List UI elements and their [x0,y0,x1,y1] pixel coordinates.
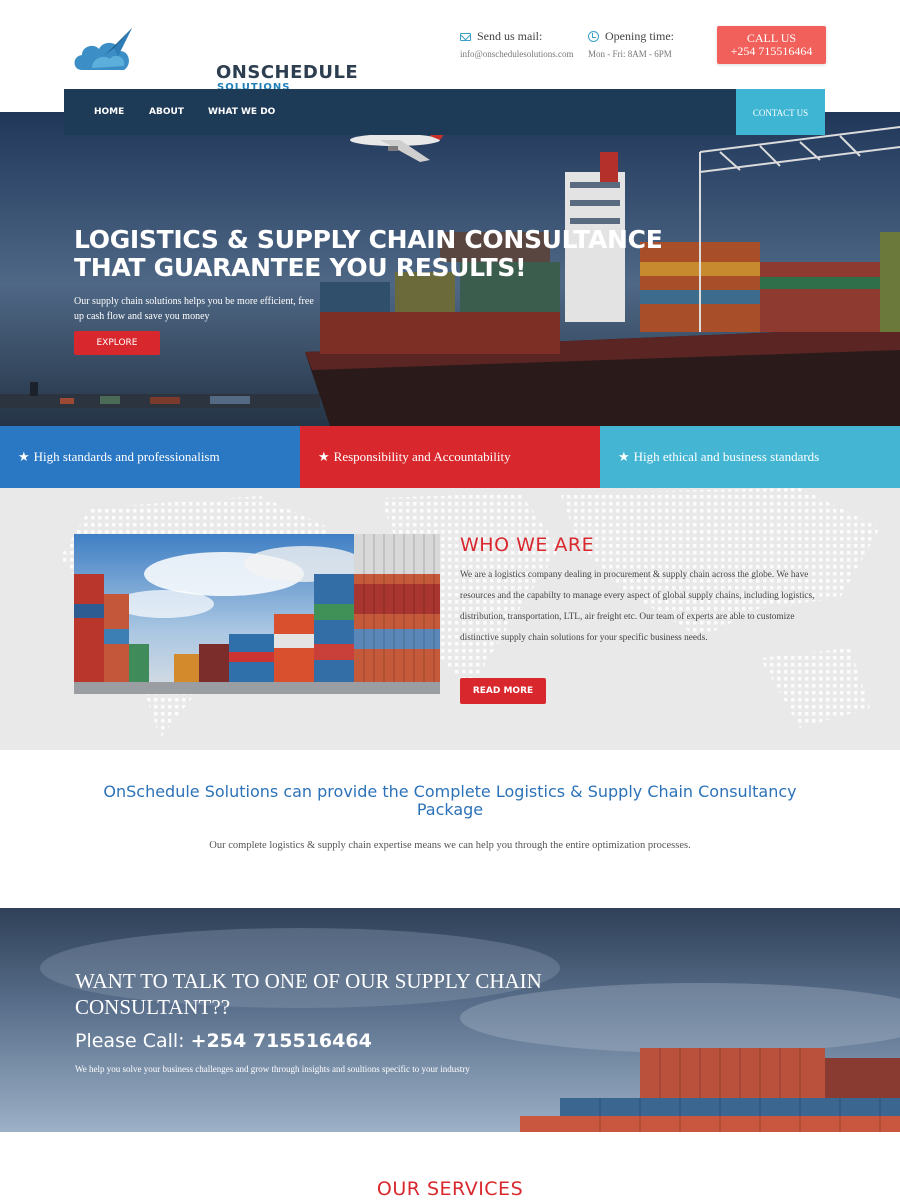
services-title: OUR SERVICES [376,1178,524,1200]
star-icon: ★ [318,449,330,465]
hero-banner: LOGISTICS & SUPPLY CHAIN CONSULTANCE THA… [0,112,900,426]
cta-call-number: +254 715516464 [190,1030,372,1052]
feature-strip: ★ High standards and professionalism ★ R… [0,426,900,488]
nav-item-what-we-do[interactable]: WHAT WE DO [208,107,275,117]
feature-label: High ethical and business standards [633,449,820,464]
cta-background-image [0,908,900,1132]
read-more-button[interactable]: READ MORE [460,678,546,704]
package-subtitle: Our complete logistics & supply chain ex… [209,840,691,851]
call-us-button[interactable]: CALL US +254 715516464 [717,26,826,64]
cta-subtitle: We help you solve your business challeng… [75,1064,470,1074]
explore-button[interactable]: EXPLORE [74,331,160,355]
who-we-are-text: We are a logistics company dealing in pr… [460,570,815,643]
consultant-cta-section [0,908,900,1132]
brand-name: ONSCHEDULE [216,62,359,83]
hero-title-line-1: LOGISTICS & SUPPLY CHAIN CONSULTANCE [74,225,663,254]
hours-value: Mon - Fri: 8AM - 6PM [588,49,672,59]
cta-title: WANT TO TALK TO ONE OF OUR SUPPLY CHAIN … [75,969,542,1019]
nav-item-contact-us[interactable]: CONTACT US [736,89,825,135]
mail-label: Send us mail: [477,29,543,43]
star-icon: ★ [618,449,630,465]
star-icon: ★ [18,449,30,465]
clock-icon [588,31,599,42]
nav-item-about[interactable]: ABOUT [149,107,184,117]
brand-logo[interactable]: ONSCHEDULE SOLUTIONS [74,26,358,93]
containers-photo [74,534,440,694]
mail-icon [460,32,471,41]
nav-item-home[interactable]: HOME [94,107,124,117]
feature-professionalism: ★ High standards and professionalism [0,426,300,488]
mail-address[interactable]: info@onschedulesolutions.com [460,49,574,59]
main-nav: HOME ABOUT WHAT WE DO CONTACT US [64,89,825,135]
containers-image [74,534,440,694]
feature-label: High standards and professionalism [33,449,220,464]
cloud-plane-logo-icon [74,28,132,70]
feature-accountability: ★ Responsibility and Accountability [300,426,600,488]
opening-hours: Opening time: Mon - Fri: 8AM - 6PM [588,29,674,59]
mail-contact: Send us mail: info@onschedulesolutions.c… [460,29,574,59]
call-us-number: +254 715516464 [730,44,813,58]
hero-title: LOGISTICS & SUPPLY CHAIN CONSULTANCE THA… [74,225,663,282]
feature-ethical-standards: ★ High ethical and business standards [600,426,900,488]
hours-label: Opening time: [605,29,674,43]
hero-subtitle: Our supply chain solutions helps you be … [74,296,314,322]
hero-title-line-2: THAT GUARANTEE YOU RESULTS! [74,253,527,282]
who-we-are-title: WHO WE ARE [460,534,595,556]
package-title: OnSchedule Solutions can provide the Com… [103,782,797,819]
cta-call-prefix: Please Call: [75,1030,185,1052]
cta-phone[interactable]: Please Call: +254 715516464 [75,1030,372,1052]
feature-label: Responsibility and Accountability [333,449,511,464]
